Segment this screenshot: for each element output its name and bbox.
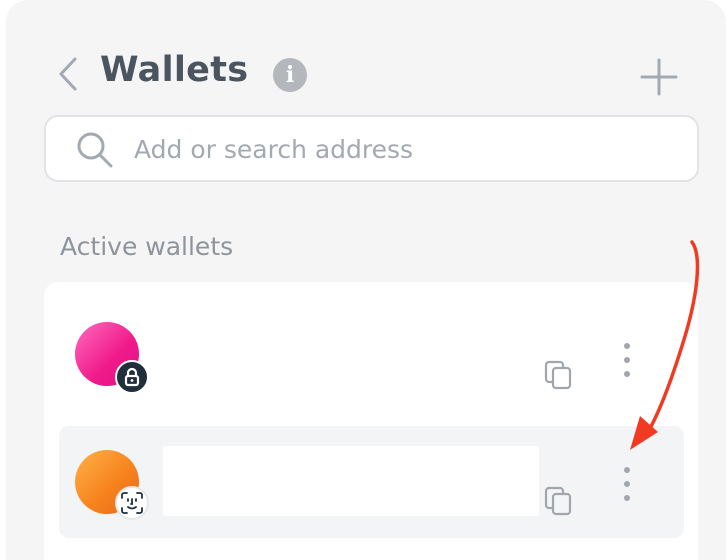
search-input[interactable] [134,129,674,169]
wallet-name [163,446,539,516]
lock-icon [115,360,149,394]
page-title: Wallets [100,50,249,90]
add-wallet-button[interactable] [638,56,680,98]
wallet-name [163,326,539,396]
annotation-arrow-icon [630,240,700,450]
back-button[interactable] [50,54,86,94]
face-id-icon [115,486,149,520]
more-vertical-icon[interactable] [615,464,639,504]
wallet-row[interactable] [59,426,684,538]
info-icon[interactable]: i [273,58,307,92]
wallets-list [44,282,698,560]
active-wallets-label: Active wallets [60,232,234,261]
wallet-row[interactable] [59,306,684,418]
chevron-left-icon [59,57,77,91]
copy-icon[interactable] [544,486,574,516]
wallets-panel: Wallets i Active wallets [6,0,726,560]
plus-icon [640,58,678,96]
search-box [44,115,699,182]
copy-icon[interactable] [544,360,574,390]
search-icon [77,132,113,168]
